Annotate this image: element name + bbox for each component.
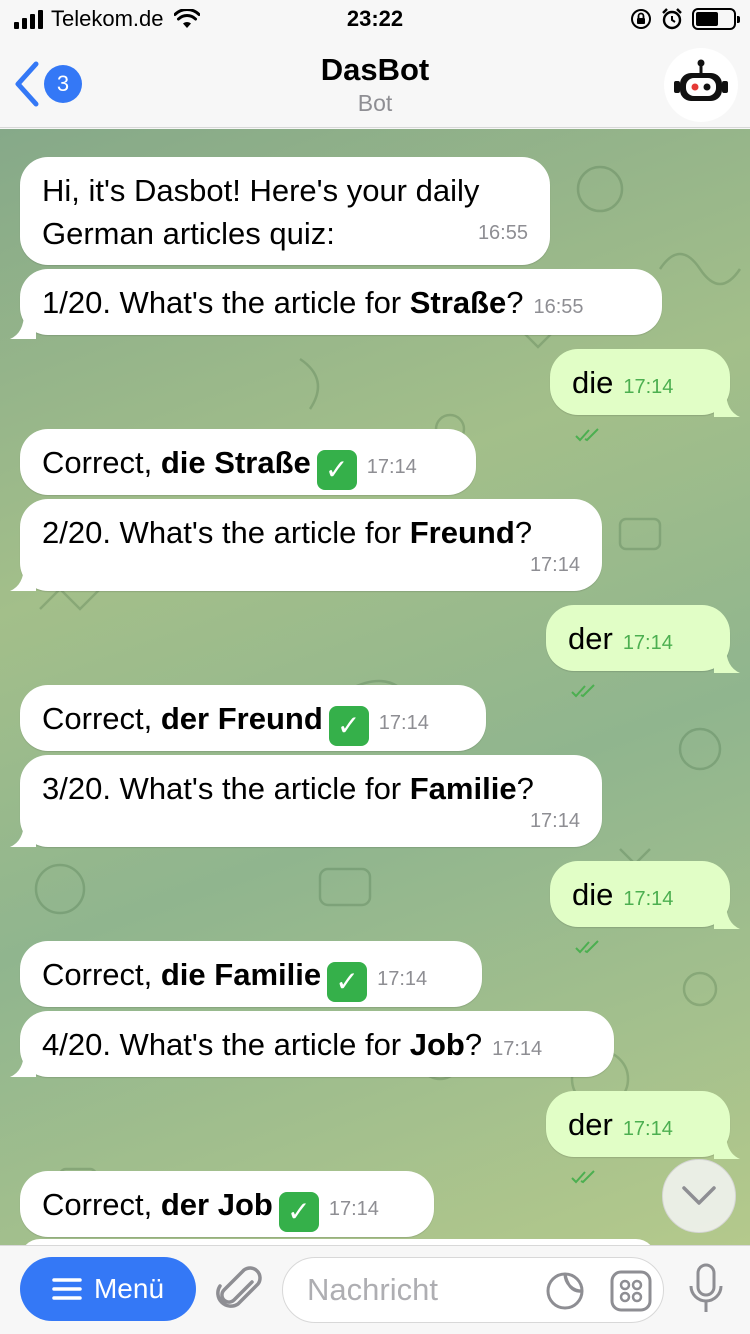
message-bubble-outgoing[interactable]: die 17:14 <box>550 349 730 442</box>
message-text-prefix: Correct, <box>42 445 161 480</box>
bubble-tail <box>10 821 36 847</box>
message-text-suffix: ? <box>516 771 534 806</box>
bubble-tail <box>10 313 36 339</box>
message-time: 17:14 <box>622 1118 673 1140</box>
message-text-prefix: Correct, <box>42 957 161 992</box>
message-text-suffix: ? <box>514 515 533 550</box>
message-text-bold: der Freund <box>160 701 323 736</box>
message-time: 17:14 <box>366 456 417 478</box>
message-time: 17:14 <box>328 1198 379 1220</box>
message-time: 17:14 <box>378 712 429 734</box>
message-input[interactable] <box>307 1268 537 1312</box>
message-field[interactable] <box>282 1257 664 1323</box>
message-text: die <box>572 877 614 912</box>
message-text-suffix: ? <box>506 285 524 320</box>
message-bubble-incoming[interactable]: 2/20. What's the article for Freund? 17:… <box>20 499 602 591</box>
message-bubble-incoming[interactable]: Hi, it's Dasbot! Here's your daily Germa… <box>20 157 550 265</box>
check-mark-emoji-icon: ✓ <box>278 1192 319 1232</box>
bubble-tail <box>714 647 740 673</box>
message-time: 16:55 <box>477 222 528 244</box>
message-bubble-incoming[interactable]: Correct, die Familie ✓ 17:14 <box>20 941 482 1007</box>
check-mark-emoji-icon: ✓ <box>327 962 368 1002</box>
message-bubble-outgoing[interactable]: die 17:14 <box>550 861 730 954</box>
message-bubble-outgoing[interactable]: der 17:14 <box>546 1091 730 1184</box>
status-bar: Telekom.de 23:22 <box>0 0 750 40</box>
bubble-tail <box>714 1133 740 1159</box>
double-check-icon <box>575 940 599 954</box>
message-text-prefix: 3/20. What's the article for <box>42 771 410 806</box>
message-time: 17:14 <box>529 554 580 576</box>
menu-button[interactable]: Menü <box>20 1257 196 1321</box>
menu-button-label: Menü <box>93 1273 165 1304</box>
bubble-tail <box>10 565 36 591</box>
scroll-down-button[interactable] <box>662 1159 736 1233</box>
bot-avatar[interactable] <box>664 48 738 122</box>
command-grid-icon[interactable] <box>609 1269 653 1313</box>
double-check-icon <box>571 1170 595 1184</box>
bubble-tail <box>10 1051 36 1077</box>
chat-header: 3 DasBot Bot <box>0 40 750 128</box>
check-mark-emoji-icon: ✓ <box>316 450 357 490</box>
message-time: 17:14 <box>529 810 580 832</box>
message-time: 16:55 <box>533 296 584 318</box>
message-time: 17:14 <box>492 1038 543 1060</box>
input-bar: Menü <box>0 1245 750 1334</box>
message-time: 17:14 <box>623 376 674 398</box>
message-bubble-incoming[interactable]: Correct, der Freund ✓ 17:14 <box>20 685 486 751</box>
battery-icon <box>692 8 740 30</box>
chat-title[interactable]: DasBot <box>0 52 750 88</box>
status-right <box>630 7 740 31</box>
message-text-bold: die Familie <box>160 957 322 992</box>
message-text-prefix: Correct, <box>42 1187 161 1222</box>
chevron-down-icon <box>682 1186 716 1205</box>
message-text-suffix: ? <box>464 1027 483 1062</box>
message-text-bold: Straße <box>409 285 507 320</box>
microphone-icon[interactable] <box>686 1262 726 1318</box>
message-text-prefix: 2/20. What's the article for <box>42 515 410 550</box>
chat-subtitle: Bot <box>357 90 393 116</box>
message-text-prefix: Correct, <box>42 701 161 736</box>
alarm-icon <box>662 8 682 30</box>
message-bubble-incoming[interactable]: 1/20. What's the article for Straße? 16:5… <box>20 269 662 335</box>
message-text: Hi, it's Dasbot! Here's your daily Germa… <box>42 173 480 251</box>
robot-icon <box>674 59 728 101</box>
sticker-icon[interactable] <box>545 1271 585 1311</box>
message-text-prefix: 1/20. What's the article for <box>42 285 410 320</box>
bubble-tail <box>714 391 740 417</box>
message-time: 17:14 <box>623 888 674 910</box>
check-mark-emoji-icon: ✓ <box>328 706 369 746</box>
message-bubble-incoming[interactable]: 3/20. What's the article for Familie? 17… <box>20 755 602 847</box>
message-text: der <box>568 1107 613 1142</box>
double-check-icon <box>571 684 595 698</box>
message-text: der <box>568 621 613 656</box>
double-check-icon <box>575 428 599 442</box>
message-text-bold: der Job <box>160 1187 273 1222</box>
message-text-bold: die Straße <box>160 445 311 480</box>
message-text-bold: Job <box>409 1027 465 1062</box>
message-text-prefix: 4/20. What's the article for <box>42 1027 410 1062</box>
message-bubble-incoming[interactable]: 4/20. What's the article for Job? 17:14 <box>20 1011 614 1077</box>
message-text: die <box>572 365 614 400</box>
rotation-lock-icon <box>631 9 651 29</box>
chat-area[interactable]: Hi, it's Dasbot! Here's your daily Germa… <box>0 129 750 1245</box>
message-text-bold: Familie <box>409 771 517 806</box>
message-bubble-incoming[interactable]: Correct, der Job ✓ 17:14 <box>20 1171 434 1237</box>
paperclip-icon[interactable] <box>216 1264 264 1316</box>
message-bubble-outgoing[interactable]: der 17:14 <box>546 605 730 698</box>
message-time: 17:14 <box>622 632 673 654</box>
message-bubble-incoming[interactable]: Correct, die Straße ✓ 17:14 <box>20 429 476 495</box>
message-time: 17:14 <box>377 968 428 990</box>
hamburger-icon <box>52 1278 82 1300</box>
bubble-tail <box>714 903 740 929</box>
message-text-bold: Freund <box>409 515 515 550</box>
